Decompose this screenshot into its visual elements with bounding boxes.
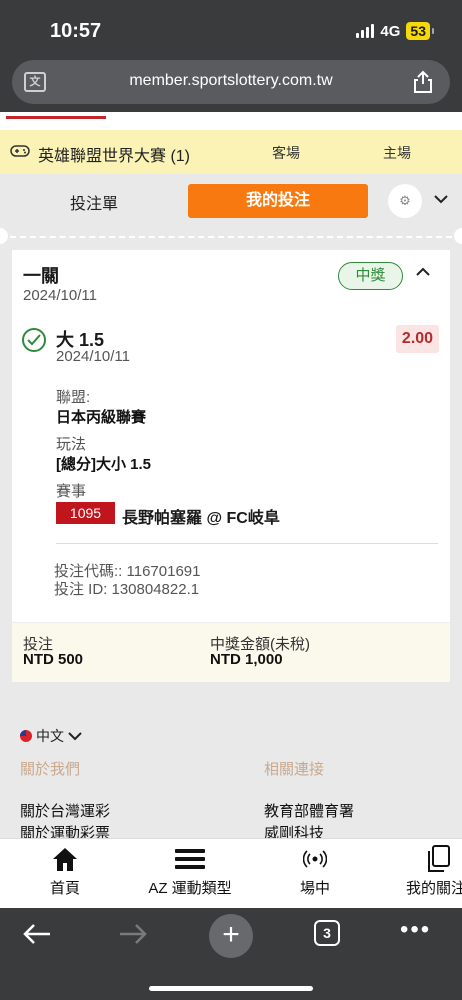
forward-arrow-icon[interactable] [118,922,148,946]
url-bar[interactable]: 文 member.sportslottery.com.tw [12,60,450,104]
divider [56,543,438,544]
ticket-notch-left [0,228,8,244]
network-label: 4G [380,22,401,40]
nav-sports[interactable]: AZ 運動類型 [140,845,240,898]
match-name: 長野帕塞羅 @ FC岐阜 [122,510,280,527]
home-label: 主場 [383,145,411,161]
market-label: 玩法 [56,436,87,453]
bet-id: 投注 ID: 130804822.1 [54,581,200,598]
language-selector[interactable]: 中文 [20,726,82,746]
footer-link[interactable]: 關於運動彩票 [20,822,110,838]
nav-label: AZ 運動類型 [148,880,232,897]
league-value: 日本丙級聯賽 [56,409,147,426]
home-indicator [149,986,313,991]
league-label: 聯盟: [56,389,91,406]
footer-link[interactable]: 教育部體育署 [264,800,354,821]
flag-icon [20,730,32,742]
bottom-nav: 首頁 AZ 運動類型 場中 我的關注 [0,838,462,908]
header-peek [0,112,462,130]
live-icon [294,845,336,873]
market-value: [總分]大小 1.5 [56,456,152,473]
more-icon[interactable]: ••• [400,916,431,944]
odds-value: 2.00 [396,325,439,353]
nav-label: 首頁 [49,880,80,897]
share-icon[interactable] [412,70,434,94]
nav-label: 場中 [299,880,330,897]
status-badge: 中獎 [338,262,403,290]
home-icon [44,845,86,873]
nav-home[interactable]: 首頁 [44,845,86,898]
away-label: 客場 [272,145,300,161]
ticket-divider [10,236,452,238]
back-arrow-icon[interactable] [22,922,52,946]
nav-label: 我的關注 [406,880,462,897]
links-heading: 相關連接 [264,761,325,778]
browser-toolbar: + 3 ••• [0,908,462,1000]
about-heading: 關於我們 [20,761,81,778]
new-tab-button[interactable]: + [209,914,253,958]
settings-gear-icon[interactable]: ⚙ [388,184,422,218]
match-id-badge: 1095 [56,502,115,524]
tabs-count-button[interactable]: 3 [314,920,340,946]
event-title: 英雄聯盟世界大賽 (1) [38,148,191,165]
bet-tabs: 投注單 我的投注 ⚙ [0,174,462,228]
bet-type: 一關 [23,266,59,286]
bet-card: 一關 2024/10/11 中獎 大 1.5 2024/10/11 2.00 聯… [12,250,450,682]
battery-icon: 53 [406,22,434,40]
url-text[interactable]: member.sportslottery.com.tw [12,72,450,90]
signal-icon [356,24,375,38]
nav-live[interactable]: 場中 [294,845,336,898]
ticket-notch-right [454,228,462,244]
stake-value: NTD 500 [23,651,84,668]
copy-icon [404,845,462,873]
nav-following[interactable]: 我的關注 [404,845,462,898]
page-content: 英雄聯盟世界大賽 (1) 客場 主場 投注單 我的投注 ⚙ 一關 2024/10… [0,112,462,838]
tab-my-bets[interactable]: 我的投注 [188,184,368,218]
status-time: 10:57 [50,20,102,42]
gamepad-icon [10,144,30,163]
language-label: 中文 [36,728,64,744]
event-bar[interactable]: 英雄聯盟世界大賽 (1) 客場 主場 [0,130,462,174]
chevron-up-icon[interactable] [416,264,430,282]
tab-bet-slip[interactable]: 投注單 [70,190,118,214]
footer-link[interactable]: 關於台灣運彩 [20,800,110,821]
selection-date: 2024/10/11 [56,348,130,365]
match-label: 賽事 [56,483,87,500]
bet-summary: 投注 NTD 500 中獎金額(未稅) NTD 1,000 [12,622,450,682]
payout-value: NTD 1,000 [210,651,283,668]
footer-link[interactable]: 威剛科技 [264,822,324,838]
chevron-down-icon[interactable] [434,188,448,209]
bet-date: 2024/10/11 [23,287,97,304]
chevron-down-icon [68,732,82,741]
status-indicators: 4G 53 [356,22,434,40]
menu-icon [140,845,240,873]
browser-top-chrome: 10:57 4G 53 文 member.sportslottery.com.t… [0,0,462,112]
check-icon [22,328,46,352]
